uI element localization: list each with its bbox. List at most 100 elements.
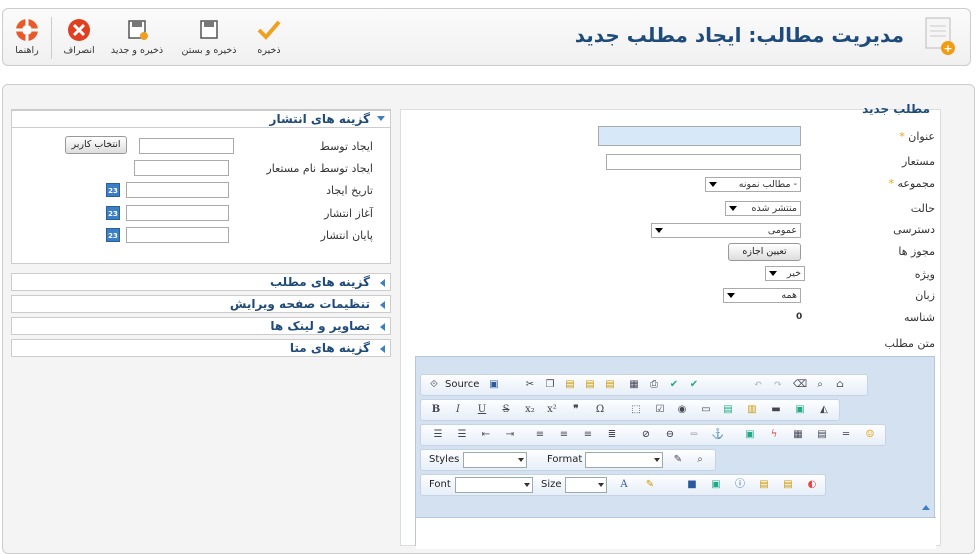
unlink-icon[interactable]: ⊖ [663,428,677,442]
align-left-icon[interactable]: ≡ [533,428,547,442]
form-button-icon[interactable]: ▬ [769,403,783,417]
article-text-label: متن مطلب [884,337,935,350]
state-select[interactable]: منتشر شده [725,201,801,216]
chevron-down-icon [524,483,530,487]
paste-text-icon[interactable]: ▤ [583,378,597,392]
checkbox-icon[interactable]: ☑ [653,403,667,417]
calendar-icon[interactable]: 23 [106,228,120,242]
size-combo[interactable] [565,477,607,493]
color-wheel-icon[interactable]: ◐ [805,478,819,492]
select-all-icon[interactable]: ⬚ [629,403,643,417]
textarea-icon[interactable]: ▤ [721,403,735,417]
textfield-icon[interactable]: ▭ [699,403,713,417]
chevron-down-icon [709,182,717,187]
preview-icon[interactable]: ▦ [627,378,641,392]
title-input[interactable] [598,126,801,146]
created-alias-input[interactable] [134,160,229,176]
copy-icon[interactable]: ❐ [543,378,557,392]
outdent-icon[interactable]: ⇤ [479,428,493,442]
font-combo[interactable] [455,477,533,493]
save-doc-icon[interactable]: ▣ [487,378,501,392]
blockquote-icon[interactable]: ❞ [569,403,583,417]
paste-word-icon[interactable]: ▤ [603,378,617,392]
templates-icon[interactable]: ▤ [757,478,771,492]
find-icon[interactable]: ⌕ [813,378,827,392]
maximize-icon[interactable]: ■ [685,478,699,492]
cancel-button[interactable]: انصراف [61,13,97,61]
select-user-button[interactable]: انتخاب کاربر [65,136,127,154]
superscript-icon[interactable]: x² [545,403,559,417]
save-new-button[interactable]: ذخیره و جدید [107,13,167,61]
horizontal-rule-icon[interactable]: ▤ [815,428,829,442]
article-options-header[interactable]: گزینه های مطلب [11,273,391,291]
redo-icon[interactable]: ↷ [771,378,785,392]
save-button[interactable]: ذخیره [251,13,287,61]
page-break-icon[interactable]: ═ [839,428,853,442]
image-button-icon[interactable]: ▣ [793,403,807,417]
link-icon[interactable]: ⊘ [639,428,653,442]
bidi-icon[interactable]: ⇔ [687,428,701,442]
bullet-list-icon[interactable]: ☰ [455,428,469,442]
editor-content-area[interactable] [416,517,936,549]
help-button[interactable]: راهنما [9,13,45,61]
radio-icon[interactable]: ◉ [675,403,689,417]
bold-icon[interactable]: B [429,403,443,417]
set-permissions-button[interactable]: تعیین اجازه [728,243,801,261]
anchor-icon[interactable]: ⚓ [711,428,725,442]
hidden-field-icon[interactable]: ◭ [817,403,831,417]
styles-combo[interactable] [463,452,527,468]
created-date-input[interactable] [126,182,229,198]
zoom-icon[interactable]: ⌕ [693,453,707,467]
paste-icon[interactable]: ▤ [563,378,577,392]
image-icon[interactable]: ▣ [743,428,757,442]
metadata-options-header[interactable]: گزینه های متا [11,339,391,357]
eraser-icon[interactable]: ⌫ [793,378,807,392]
select-field-icon[interactable]: ▥ [745,403,759,417]
article-add-icon: + [922,16,956,56]
italic-icon[interactable]: I [451,403,465,417]
cut-icon[interactable]: ✂ [523,378,537,392]
source-button[interactable]: Source [445,379,479,390]
format-combo[interactable] [585,452,663,468]
calendar-icon[interactable]: 23 [106,206,120,220]
calendar-icon[interactable]: 23 [106,183,120,197]
created-by-input[interactable] [139,138,234,154]
smiley-icon[interactable]: ☺ [863,428,877,442]
print-icon[interactable]: ⎙ [647,378,661,392]
category-select[interactable]: - مطالب نمونه [705,177,801,192]
show-blocks-icon[interactable]: ▣ [709,478,723,492]
subscript-icon[interactable]: x₂ [523,403,537,417]
text-color-icon[interactable]: A [617,478,631,492]
numbered-list-icon[interactable]: ☰ [431,428,445,442]
alias-input[interactable] [606,154,801,170]
featured-select[interactable]: خیر [765,266,805,281]
align-center-icon[interactable]: ≡ [557,428,571,442]
fieldset-legend: مطلب جدید [862,102,930,116]
strikethrough-icon[interactable]: S [499,403,513,417]
special-char-icon[interactable]: Ω [593,403,607,417]
publishing-options-header[interactable]: گزینه های انتشار [11,110,391,128]
table-icon[interactable]: ▦ [791,428,805,442]
collapse-toolbar-icon[interactable] [922,505,930,510]
bg-color-icon[interactable]: ✎ [643,478,657,492]
edit-screen-settings-header[interactable]: تنظیمات صفحه ویرایش [11,295,391,313]
undo-icon[interactable]: ↶ [751,378,765,392]
spellcheck-icon[interactable]: ✔ [667,378,681,392]
access-select[interactable]: عمومی [651,223,801,238]
underline-icon[interactable]: U [475,403,489,417]
readmore-icon[interactable]: ▤ [781,478,795,492]
indent-icon[interactable]: ⇥ [503,428,517,442]
scayt-icon[interactable]: ✔ [687,378,701,392]
images-links-header[interactable]: تصاویر و لینک ها [11,317,391,335]
language-select[interactable]: همه [723,288,801,303]
about-icon[interactable]: ⓘ [733,478,747,492]
align-right-icon[interactable]: ≡ [581,428,595,442]
publish-down-input[interactable] [126,227,229,243]
save-close-button[interactable]: ذخیره و بستن [177,13,241,61]
flash-icon[interactable]: ϟ [767,428,781,442]
format-painter-icon[interactable]: ✎ [671,453,685,467]
justify-icon[interactable]: ≣ [605,428,619,442]
replace-icon[interactable]: ⌂ [833,378,847,392]
chevron-down-icon [598,483,604,487]
publish-up-input[interactable] [126,205,229,221]
